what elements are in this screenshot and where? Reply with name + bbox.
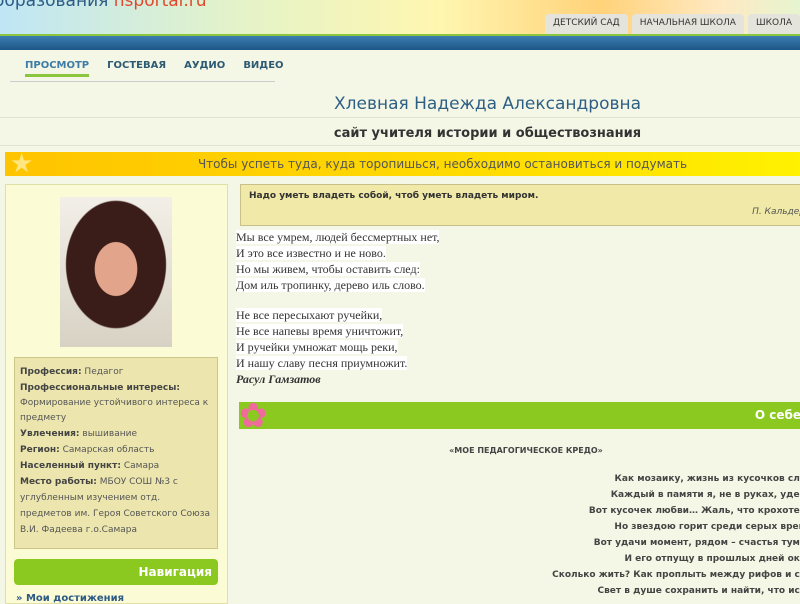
quote-text: Надо уметь владеть собой, чтоб уметь вла… <box>249 191 539 201</box>
tab-school[interactable]: ШКОЛА <box>747 14 800 34</box>
page-title: Хлевная Надежда Александровна <box>0 94 800 118</box>
blue-bar <box>0 34 800 50</box>
profession-value: Педагог <box>84 367 124 377</box>
top-tabs: ДЕТСКИЙ САД НАЧАЛЬНАЯ ШКОЛА ШКОЛА <box>545 14 800 34</box>
poem-line: И это все известно и не ново. <box>236 246 386 260</box>
poem-line: Но мы живем, чтобы оставить след: <box>236 262 420 276</box>
profile-info: Профессия: Педагог Профессиональные инте… <box>14 357 218 549</box>
credo-line: Но звездою горит среди серых врем <box>614 522 800 532</box>
poem: Мы все умрем, людей бессмертных нет, И э… <box>236 229 800 387</box>
region-value: Самарская область <box>62 445 155 455</box>
region-label: Регион: <box>20 445 60 455</box>
credo-line: Свет в душе сохранить и найти, что иск <box>597 586 800 596</box>
navigation-header: Навигация <box>14 559 218 585</box>
tab-video[interactable]: ВИДЕО <box>243 60 283 77</box>
poem-line: Не все пересыхают ручейки, <box>236 308 383 322</box>
logo-text: образования <box>0 0 114 11</box>
sidebar: Профессия: Педагог Профессиональные инте… <box>5 184 228 604</box>
hobby-label: Увлечения: <box>20 429 80 439</box>
credo-poem: Как мозаику, жизнь из кусочков сло Кажды… <box>236 471 800 599</box>
quote-author: П. Кальдер <box>752 207 800 217</box>
poem-line: И ручейки умножат мощь реки, <box>236 340 398 354</box>
about-header: ✿ О себе <box>239 396 800 436</box>
interests-label: Профессиональные интересы: <box>20 383 180 393</box>
poem-line: Мы все умрем, людей бессмертных нет, <box>236 230 440 244</box>
work-label: Место работы: <box>20 477 97 487</box>
quote-box: Надо уметь владеть собой, чтоб уметь вла… <box>240 184 800 226</box>
avatar <box>60 197 172 347</box>
credo-line: Каждый в памяти я, не в руках, удер <box>610 490 800 500</box>
page-subtitle: сайт учителя истории и обществознания <box>0 126 800 146</box>
credo-line: Как мозаику, жизнь из кусочков сло <box>614 474 800 484</box>
nav-link-achievements[interactable]: » Мои достижения <box>16 593 124 604</box>
poem-line: И нашу славу песня приумножит. <box>236 356 408 370</box>
tab-primary-school[interactable]: НАЧАЛЬНАЯ ШКОЛА <box>631 14 744 34</box>
motto-bar: ★ Чтобы успеть туда, куда торопишься, нео… <box>5 149 800 179</box>
tab-audio[interactable]: АУДИО <box>184 60 225 77</box>
credo-line: Вот кусочек любви… Жаль, что крохотен <box>588 506 800 516</box>
logo-brand: nsportal.ru <box>113 0 207 11</box>
credo-line: Вот удачи момент, рядом – счастья тума <box>593 538 800 548</box>
motto-text: Чтобы успеть туда, куда торопишься, необ… <box>197 157 688 171</box>
about-title: О себе <box>754 408 800 422</box>
city-label: Населенный пункт: <box>20 461 121 471</box>
site-logo[interactable]: образования nsportal.ru <box>0 0 207 11</box>
main-content: Надо уметь владеть собой, чтоб уметь вла… <box>236 184 800 599</box>
star-icon: ★ <box>10 149 34 179</box>
profession-label: Профессия: <box>20 367 82 377</box>
hobby-value: вышивание <box>82 429 137 439</box>
page-nav: ПРОСМОТР ГОСТЕВАЯ АУДИО ВИДЕО <box>10 60 284 82</box>
tab-view[interactable]: ПРОСМОТР <box>25 60 90 77</box>
nav-link-label: Мои достижения <box>25 593 125 604</box>
credo-title: «МОЕ ПЕДАГОГИЧЕСКОЕ КРЕДО» <box>449 446 603 455</box>
tab-guestbook[interactable]: ГОСТЕВАЯ <box>107 60 166 77</box>
city-value: Самара <box>123 461 160 471</box>
site-banner: образования nsportal.ru ДЕТСКИЙ САД НАЧА… <box>0 0 800 34</box>
interests-value: Формирование устойчивого интереса к пред… <box>20 398 209 423</box>
poem-line: Не все напевы время уничтожит, <box>236 324 404 338</box>
tab-kindergarten[interactable]: ДЕТСКИЙ САД <box>545 14 628 34</box>
credo-line: Сколько жить? Как проплыть между рифов и… <box>552 570 800 580</box>
credo-line: И его отпущу в прошлых дней оке <box>624 554 800 564</box>
poem-author: Расул Гамзатов <box>236 372 321 386</box>
flower-icon: ✿ <box>239 396 268 436</box>
poem-line: Дом иль тропинку, дерево иль слово. <box>236 278 425 292</box>
